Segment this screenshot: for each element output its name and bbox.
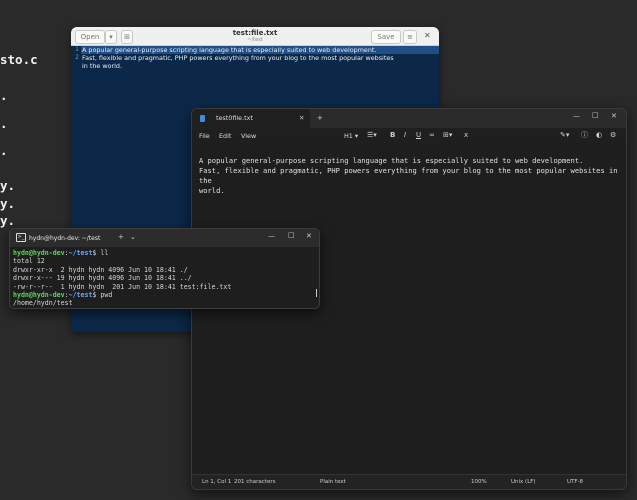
theme-toggle-icon[interactable]: ◐ xyxy=(596,132,602,139)
text-line: in the world. xyxy=(82,62,123,70)
terminal-output[interactable]: hydn@hydn-dev:~/test$ ll total 12 drwxr-… xyxy=(13,249,316,308)
link-icon[interactable]: ∞ xyxy=(429,132,435,139)
output-line: total 12 xyxy=(13,257,45,266)
save-button[interactable]: Save xyxy=(371,30,401,44)
terminal-titlebar: >_ hydn@hydn-dev: ~/test + ⌄ — □ ✕ xyxy=(10,229,319,247)
gedit-headerbar: Open ▾ ⊞ test:file.txt ~/test Save ≡ ✕ xyxy=(71,27,439,46)
menu-view[interactable]: View xyxy=(241,132,256,140)
tab-bar: test0file.txt ✕ + — □ ✕ xyxy=(192,109,626,128)
line-ending[interactable]: Unix (LF) xyxy=(511,479,536,485)
encoding[interactable]: UTF-8 xyxy=(567,479,583,485)
settings-icon[interactable]: ⚙ xyxy=(610,132,616,139)
background-text-7: y. xyxy=(0,213,16,228)
spellcheck-icon[interactable]: ✎▾ xyxy=(560,132,569,139)
close-icon[interactable]: ✕ xyxy=(306,233,312,240)
terminal-title: hydn@hydn-dev: ~/test xyxy=(29,235,101,242)
text-line: Fast, flexible and pragmatic, PHP powers… xyxy=(82,54,394,62)
close-icon[interactable]: ✕ xyxy=(424,31,431,40)
output-line: -rw-r--r-- 1 hydn hydn 201 Jun 10 18:41 … xyxy=(13,282,232,291)
text-line: A popular general-purpose scripting lang… xyxy=(81,46,439,54)
text-cursor xyxy=(316,289,317,297)
editor-content[interactable]: A popular general-purpose scripting lang… xyxy=(199,156,620,196)
content-line: Fast, flexible and pragmatic, PHP powers… xyxy=(199,166,618,185)
content-line: world. xyxy=(199,186,225,195)
line-number: 1 xyxy=(75,46,79,53)
output-line: drwxr-x--- 19 hydn hydn 4096 Jun 10 18:4… xyxy=(13,274,192,283)
maximize-icon[interactable]: □ xyxy=(592,112,599,119)
bold-icon[interactable]: B xyxy=(390,132,395,139)
underline-icon[interactable]: U xyxy=(416,132,421,139)
clear-format-icon[interactable]: ⅹ xyxy=(464,132,468,139)
new-tab-icon[interactable]: + xyxy=(317,115,323,122)
output-line: /home/hydn/test xyxy=(13,299,73,308)
background-text-2: . xyxy=(0,88,8,103)
heading-selector[interactable]: H1 ▾ xyxy=(344,132,358,140)
italic-icon[interactable]: I xyxy=(404,132,406,139)
table-icon[interactable]: ⊞▾ xyxy=(443,132,452,139)
hamburger-menu-icon[interactable]: ≡ xyxy=(403,30,417,44)
maximize-icon[interactable]: □ xyxy=(288,232,295,239)
tab-file[interactable]: test0file.txt ✕ xyxy=(192,109,310,128)
terminal-window: >_ hydn@hydn-dev: ~/test + ⌄ — □ ✕ hydn@… xyxy=(9,228,320,309)
terminal-icon: >_ xyxy=(16,233,26,242)
background-text-6: y. xyxy=(0,196,16,211)
background-text-1: sto.c xyxy=(0,52,38,67)
new-tab-icon[interactable]: + xyxy=(118,234,124,241)
background-text-4: . xyxy=(0,143,8,158)
tab-title: test0file.txt xyxy=(216,114,253,122)
cursor-position: Ln 1, Col 1 xyxy=(202,479,232,485)
menu-bar: File Edit View H1 ▾ ☰▾ B I U ∞ ⊞▾ ⅹ ✎▾ ⓘ… xyxy=(192,128,626,143)
minimize-icon[interactable]: — xyxy=(573,113,580,120)
prompt-line: hydn@hydn-dev:~/test$ pwd xyxy=(13,291,113,300)
background-text-5: y. xyxy=(0,178,16,193)
character-count: 201 characters xyxy=(234,479,276,485)
output-line: drwxr-xr-x 2 hydn hydn 4096 Jun 10 18:41… xyxy=(13,265,188,274)
format-indicator[interactable]: Plain text xyxy=(320,479,346,485)
status-bar: Ln 1, Col 1 201 characters Plain text 10… xyxy=(192,474,626,489)
menu-edit[interactable]: Edit xyxy=(219,132,231,140)
prompt-line: hydn@hydn-dev:~/test$ ll xyxy=(13,249,109,257)
menu-file[interactable]: File xyxy=(199,132,210,140)
gedit-text-area[interactable]: A popular general-purpose scripting lang… xyxy=(81,46,439,70)
info-icon[interactable]: ⓘ xyxy=(581,132,588,139)
content-line: A popular general-purpose scripting lang… xyxy=(199,156,584,165)
minimize-icon[interactable]: — xyxy=(268,233,275,240)
zoom-level[interactable]: 100% xyxy=(471,479,487,485)
background-text-3: . xyxy=(0,116,8,131)
line-number: 2 xyxy=(75,54,79,61)
document-icon xyxy=(200,115,205,122)
list-icon[interactable]: ☰▾ xyxy=(367,132,377,139)
close-icon[interactable]: ✕ xyxy=(611,113,617,120)
tab-close-icon[interactable]: ✕ xyxy=(299,109,304,128)
editor-body[interactable]: A popular general-purpose scripting lang… xyxy=(192,144,626,475)
dropdown-icon[interactable]: ⌄ xyxy=(130,234,136,241)
